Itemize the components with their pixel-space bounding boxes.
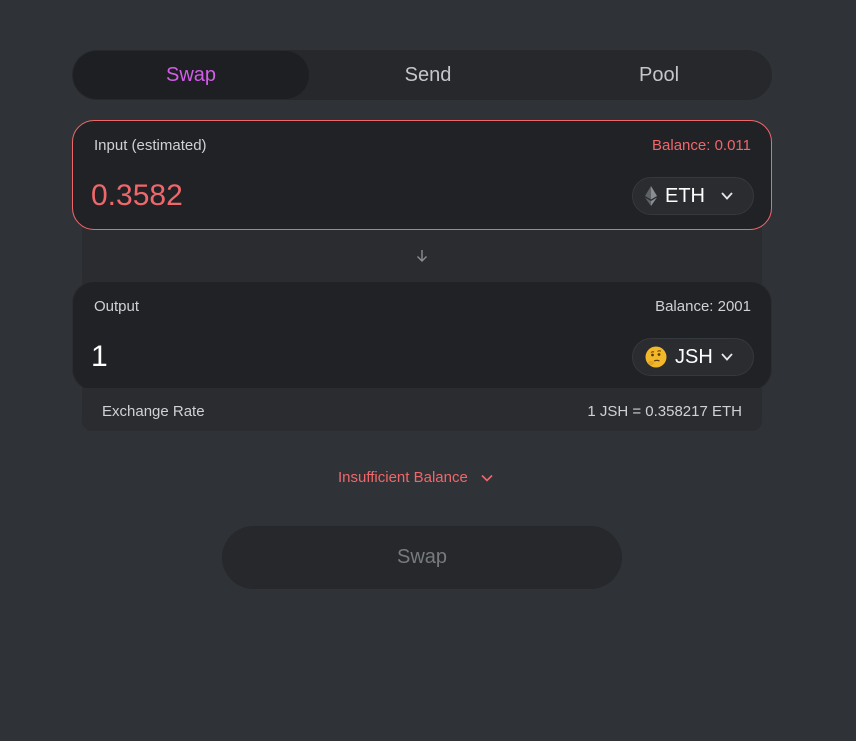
insufficient-balance-text: Insufficient Balance bbox=[338, 469, 468, 486]
chevron-down-icon bbox=[481, 474, 493, 482]
output-panel: Output Balance: 2001 JSH bbox=[72, 281, 772, 391]
input-balance: Balance: 0.011 bbox=[652, 137, 751, 154]
mode-tabs: Swap Send Pool bbox=[72, 50, 772, 100]
exchange-rate-bar: Exchange Rate 1 JSH = 0.358217 ETH bbox=[82, 388, 762, 431]
ethereum-icon bbox=[645, 186, 657, 206]
input-label: Input (estimated) bbox=[94, 137, 207, 154]
input-panel: Input (estimated) Balance: 0.011 ETH bbox=[72, 120, 772, 230]
arrow-down-icon bbox=[417, 250, 427, 262]
input-token-select[interactable]: ETH bbox=[632, 177, 754, 215]
output-label: Output bbox=[94, 298, 140, 315]
swap-button[interactable]: Swap bbox=[222, 526, 622, 589]
tab-swap[interactable]: Swap bbox=[73, 51, 309, 99]
exchange-rate-value: 1 JSH = 0.358217 ETH bbox=[587, 403, 742, 420]
output-token-symbol: JSH bbox=[675, 345, 713, 368]
chevron-down-icon bbox=[721, 353, 733, 361]
output-amount-field[interactable] bbox=[91, 340, 391, 374]
input-amount-field[interactable] bbox=[91, 179, 391, 213]
exchange-rate-label: Exchange Rate bbox=[102, 403, 205, 420]
output-token-select[interactable]: JSH bbox=[632, 338, 754, 376]
input-token-symbol: ETH bbox=[665, 184, 705, 207]
thinking-face-icon bbox=[645, 346, 667, 368]
insufficient-balance-toggle[interactable]: Insufficient Balance bbox=[338, 469, 494, 486]
output-balance: Balance: 2001 bbox=[655, 298, 751, 315]
tab-pool[interactable]: Pool bbox=[546, 50, 772, 100]
chevron-down-icon bbox=[721, 192, 733, 200]
tab-send[interactable]: Send bbox=[310, 50, 546, 100]
